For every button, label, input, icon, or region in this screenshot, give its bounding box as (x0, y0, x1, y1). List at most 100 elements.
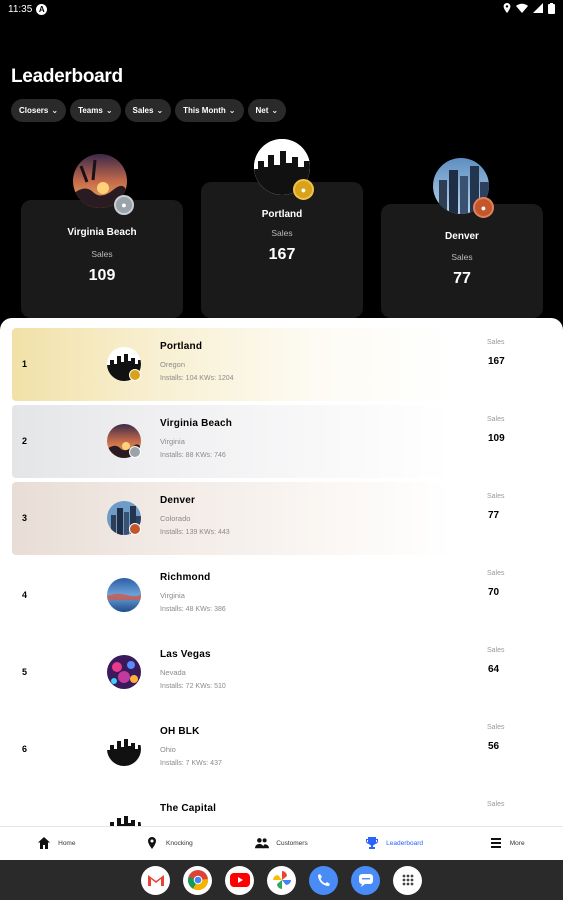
youtube-icon[interactable] (225, 865, 254, 895)
row-avatar (107, 809, 141, 826)
podium-card-second[interactable]: Virginia Beach Sales 109 (21, 200, 183, 318)
filter-this-month[interactable]: This Month ⌄ (175, 99, 244, 122)
nav-leaderboard[interactable]: Leaderboard (338, 827, 451, 860)
row-sales-value: 70 (488, 587, 500, 598)
row-state: Oregon (160, 360, 186, 369)
leaderboard-row[interactable]: 6 OH BLK Ohio Installs: 7 KWs: 437 Sales… (12, 713, 562, 786)
row-state: Nevada (160, 668, 186, 677)
podium-value: 109 (88, 267, 116, 284)
leaderboard-row[interactable]: 1 Portland Oregon Installs: 104 KWs: 120… (12, 328, 562, 401)
row-name: OH BLK (160, 726, 200, 737)
leaderboard-row[interactable]: The Capital Sales (12, 790, 562, 826)
chevron-down-icon: ⌄ (228, 106, 236, 115)
chevron-down-icon: ⌄ (271, 106, 279, 115)
row-name: The Capital (160, 803, 217, 814)
trophy-icon (365, 836, 379, 852)
row-installs: Installs: 139 KWs: 443 (160, 529, 230, 536)
nav-customers[interactable]: Customers (225, 827, 338, 860)
filter-teams[interactable]: Teams ⌄ (70, 99, 121, 122)
filter-closers[interactable]: Closers ⌄ (11, 99, 67, 122)
silver-medal-icon: ● (114, 195, 134, 215)
row-sales-label: Sales (487, 493, 505, 500)
menu-icon (489, 836, 503, 852)
phone-icon[interactable] (309, 865, 338, 895)
row-sales-label: Sales (487, 570, 505, 577)
nav-home[interactable]: Home (0, 827, 113, 860)
row-name: Richmond (160, 572, 211, 583)
nav-knocking[interactable]: Knocking (113, 827, 226, 860)
rank-number: 2 (22, 436, 28, 446)
row-sales-value: 64 (488, 664, 500, 675)
leaderboard-row[interactable]: 5 Las Vegas Nevada Installs: 72 KWs: 510… (12, 636, 562, 709)
chevron-down-icon: ⌄ (156, 106, 164, 115)
row-state: Colorado (160, 514, 191, 523)
podium-name: Portland (261, 209, 303, 220)
podium-card-first[interactable]: Portland Sales 167 (201, 182, 363, 318)
row-installs: Installs: 104 KWs: 1204 (160, 375, 234, 382)
nav-more[interactable]: More (450, 827, 563, 860)
nav-label: Home (58, 840, 76, 847)
rank-number: 1 (22, 359, 28, 369)
location-pin-icon (145, 836, 159, 852)
row-sales-value: 56 (488, 741, 500, 752)
podium-value: 77 (453, 270, 471, 287)
bronze-medal-icon (129, 523, 141, 535)
podium-label: Sales (91, 249, 113, 259)
podium-label: Sales (451, 252, 473, 262)
row-avatar (107, 655, 141, 689)
row-name: Denver (160, 495, 196, 506)
row-sales-label: Sales (487, 801, 505, 808)
row-name: Virginia Beach (160, 418, 233, 429)
status-time: 11:35 (8, 3, 33, 15)
row-sales-label: Sales (487, 724, 505, 731)
row-sales-label: Sales (487, 647, 505, 654)
chevron-down-icon: ⌄ (51, 106, 59, 115)
rank-number: 4 (22, 590, 28, 600)
filter-bar: Closers ⌄ Teams ⌄ Sales ⌄ This Month ⌄ Net ⌄ (11, 99, 287, 122)
gold-medal-icon (129, 369, 141, 381)
people-icon (255, 836, 270, 852)
filter-sales[interactable]: Sales ⌄ (124, 99, 172, 122)
row-sales-value: 167 (488, 356, 505, 367)
photos-icon[interactable] (267, 865, 296, 895)
row-installs: Installs: 48 KWs: 386 (160, 606, 226, 613)
silver-medal-icon (129, 446, 141, 458)
wifi-icon (516, 3, 528, 15)
podium-name: Virginia Beach (67, 227, 137, 238)
row-sales-value: 77 (488, 510, 500, 521)
podium-value: 167 (268, 246, 296, 263)
row-sales-label: Sales (487, 416, 505, 423)
messages-icon[interactable] (351, 865, 380, 895)
rank-number: 5 (22, 667, 28, 677)
row-installs: Installs: 88 KWs: 746 (160, 452, 226, 459)
row-state: Virginia (160, 591, 185, 600)
bottom-nav: Home Knocking Customers Leaderboard More (0, 826, 563, 860)
page-title: Leaderboard (11, 66, 123, 87)
podium-label: Sales (271, 228, 293, 238)
rank-number: 6 (22, 744, 28, 754)
nav-label: Customers (276, 840, 308, 847)
chevron-down-icon: ⌄ (105, 106, 113, 115)
rank-number: 3 (22, 513, 28, 523)
row-installs: Installs: 7 KWs: 437 (160, 760, 222, 767)
leaderboard-list[interactable]: 1 Portland Oregon Installs: 104 KWs: 120… (0, 318, 563, 826)
row-avatar (107, 732, 141, 766)
leaderboard-row[interactable]: 3 Denver Colorado Installs: 139 KWs: 443… (12, 482, 562, 555)
row-sales-value: 109 (488, 433, 505, 444)
chrome-icon[interactable] (183, 865, 212, 895)
gmail-icon[interactable] (141, 865, 170, 895)
app-drawer-icon[interactable] (393, 865, 422, 895)
podium-card-third[interactable]: Denver Sales 77 (381, 204, 543, 318)
signal-icon (533, 3, 543, 15)
location-status-icon (503, 3, 511, 15)
notification-badge: A (36, 3, 48, 15)
leaderboard-row[interactable]: 2 Virginia Beach Virginia Installs: 88 K… (12, 405, 562, 478)
leaderboard-row[interactable]: 4 Richmond Virginia Installs: 48 KWs: 38… (12, 559, 562, 632)
home-icon (37, 836, 51, 852)
row-name: Las Vegas (160, 649, 211, 660)
row-state: Ohio (160, 745, 176, 754)
gold-medal-icon: ● (293, 179, 314, 200)
system-dock (0, 860, 563, 900)
nav-label: Leaderboard (386, 840, 424, 847)
filter-net[interactable]: Net ⌄ (247, 99, 287, 122)
